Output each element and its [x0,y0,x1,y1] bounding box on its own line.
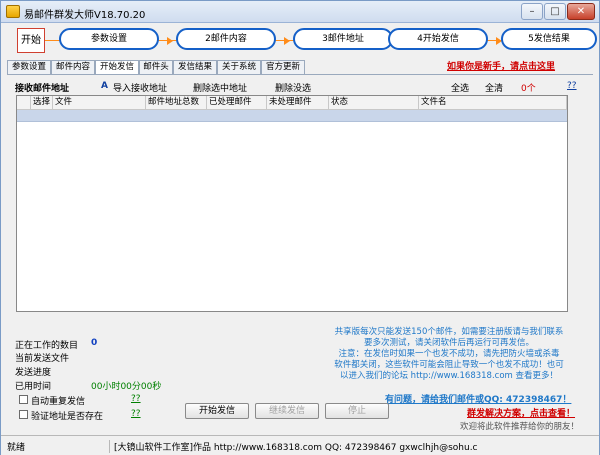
receive-address-label: 接收邮件地址 [15,84,70,94]
tab-panel-border [7,74,593,75]
title-bar: 易邮件群发大师V18.70.20 – □ ✕ [1,1,599,23]
notice-line: 共享版每次只能发送150个邮件，如需要注册版请与我们联系 [334,327,564,337]
maximize-button[interactable]: □ [544,3,566,20]
shareware-notice: 共享版每次只能发送150个邮件，如需要注册版请与我们联系 要多次测试，请关闭软件… [306,327,592,382]
recommend-text: 欢迎将此软件推荐给你的朋友！ [460,422,580,432]
working-count-label: 正在工作的数目 [15,341,79,351]
stop-button[interactable]: 停止 [325,403,389,419]
auto-resend-help-link[interactable]: ?? [131,394,141,404]
address-count: 0个 [521,84,536,94]
solution-link[interactable]: 群发解决方案，点击查看！ [467,406,575,419]
tab-mail-content[interactable]: 邮件内容 [51,60,95,74]
tab-mail-header[interactable]: 邮件头 [139,60,173,74]
newbie-help-link[interactable]: 如果你是新手，请点击这里 [447,59,555,72]
step-start-sending[interactable]: 4开始发信 [388,28,488,50]
minimize-button[interactable]: – [521,3,543,20]
column-filename[interactable]: 文件名 [419,96,567,110]
delete-selected-button[interactable]: 删除选中地址 [193,81,247,94]
tab-about[interactable]: 关于系统 [217,60,261,74]
table-row-header [17,96,31,110]
tab-params[interactable]: 参数设置 [7,60,51,74]
continue-send-button[interactable]: 继续发信 [255,403,319,419]
verify-address-checkbox[interactable] [19,410,28,419]
column-processed[interactable]: 已处理邮件 [207,96,267,110]
step-params[interactable]: 参数设置 [59,28,159,50]
column-select[interactable]: 选择 [31,96,53,110]
tab-start-sending[interactable]: 开始发信 [95,60,139,75]
start-send-button[interactable]: 开始发信 [185,403,249,419]
status-bar: 就绪 [大镜山软件工作室]作品 http://www.168318.com QQ… [1,435,599,455]
auto-resend-label: 自动重复发信 [31,397,86,407]
tab-official-update[interactable]: 官方更新 [261,60,305,74]
verify-address-help-link[interactable]: ?? [131,409,141,419]
auto-resend-checkbox[interactable] [19,395,28,404]
progress-label: 发送进度 [15,368,52,378]
table-row[interactable] [17,110,567,122]
select-all-button[interactable]: 全选 [451,81,469,94]
working-count-value: 0 [91,338,98,348]
delete-unselected-button[interactable]: 删除没选 [275,81,311,94]
app-window: 易邮件群发大师V18.70.20 – □ ✕ 开始 参数设置 2邮件内容 3邮件… [0,0,600,455]
step-send-result[interactable]: 5发信结果 [501,28,597,50]
step-mail-address[interactable]: 3邮件地址 [293,28,393,50]
import-icon: A [101,81,108,91]
contact-qq-link[interactable]: 有问题，请给我们邮件或QQ: 472398467！ [385,392,571,405]
verify-address-label: 验证地址是否存在 [31,412,104,422]
column-unprocessed[interactable]: 未处理邮件 [267,96,329,110]
address-file-table[interactable]: 选择 文件 邮件地址总数 已处理邮件 未处理邮件 状态 文件名 [16,95,568,312]
status-ready: 就绪 [7,443,26,453]
app-logo-icon [6,5,20,18]
elapsed-label: 已用时间 [15,382,52,392]
status-author: [大镜山软件工作室]作品 http://www.168318.com QQ: 4… [109,440,478,453]
toolbar-help-link[interactable]: ?? [567,81,577,91]
notice-line: 软件都关闭，这些软件可能会阻止导致一个也发不成功！也可 [334,360,564,370]
step-wizard: 开始 参数设置 2邮件内容 3邮件地址 4开始发信 5发信结果 [1,23,599,57]
current-file-label: 当前发送文件 [15,354,70,364]
tab-send-result[interactable]: 发信结果 [173,60,217,74]
address-toolbar: 接收邮件地址 A 导入接收地址 删除选中地址 删除没选 全选 全清 0个 ?? [15,81,591,94]
step-arrow-icon [284,37,290,45]
step-mail-content[interactable]: 2邮件内容 [176,28,276,50]
close-button[interactable]: ✕ [567,3,595,20]
notice-line: 注意：在发信时如果一个也发不成功，请先把防火墙或杀毒 [338,349,560,359]
notice-line: 要多次测试，请关闭软件后再运行可再发信。 [363,338,534,348]
clear-all-button[interactable]: 全清 [485,81,503,94]
column-address-total[interactable]: 邮件地址总数 [146,96,207,110]
notice-line: 以进入我们的论坛 http://www.168318.com 查看更多！ [339,371,559,381]
window-title: 易邮件群发大师V18.70.20 [24,10,146,21]
column-status[interactable]: 状态 [329,96,419,110]
import-address-button[interactable]: 导入接收地址 [113,81,167,94]
column-file[interactable]: 文件 [53,96,146,110]
start-step-button[interactable]: 开始 [17,28,45,53]
step-arrow-icon [167,37,173,45]
elapsed-time: 00小时00分00秒 [91,382,162,392]
